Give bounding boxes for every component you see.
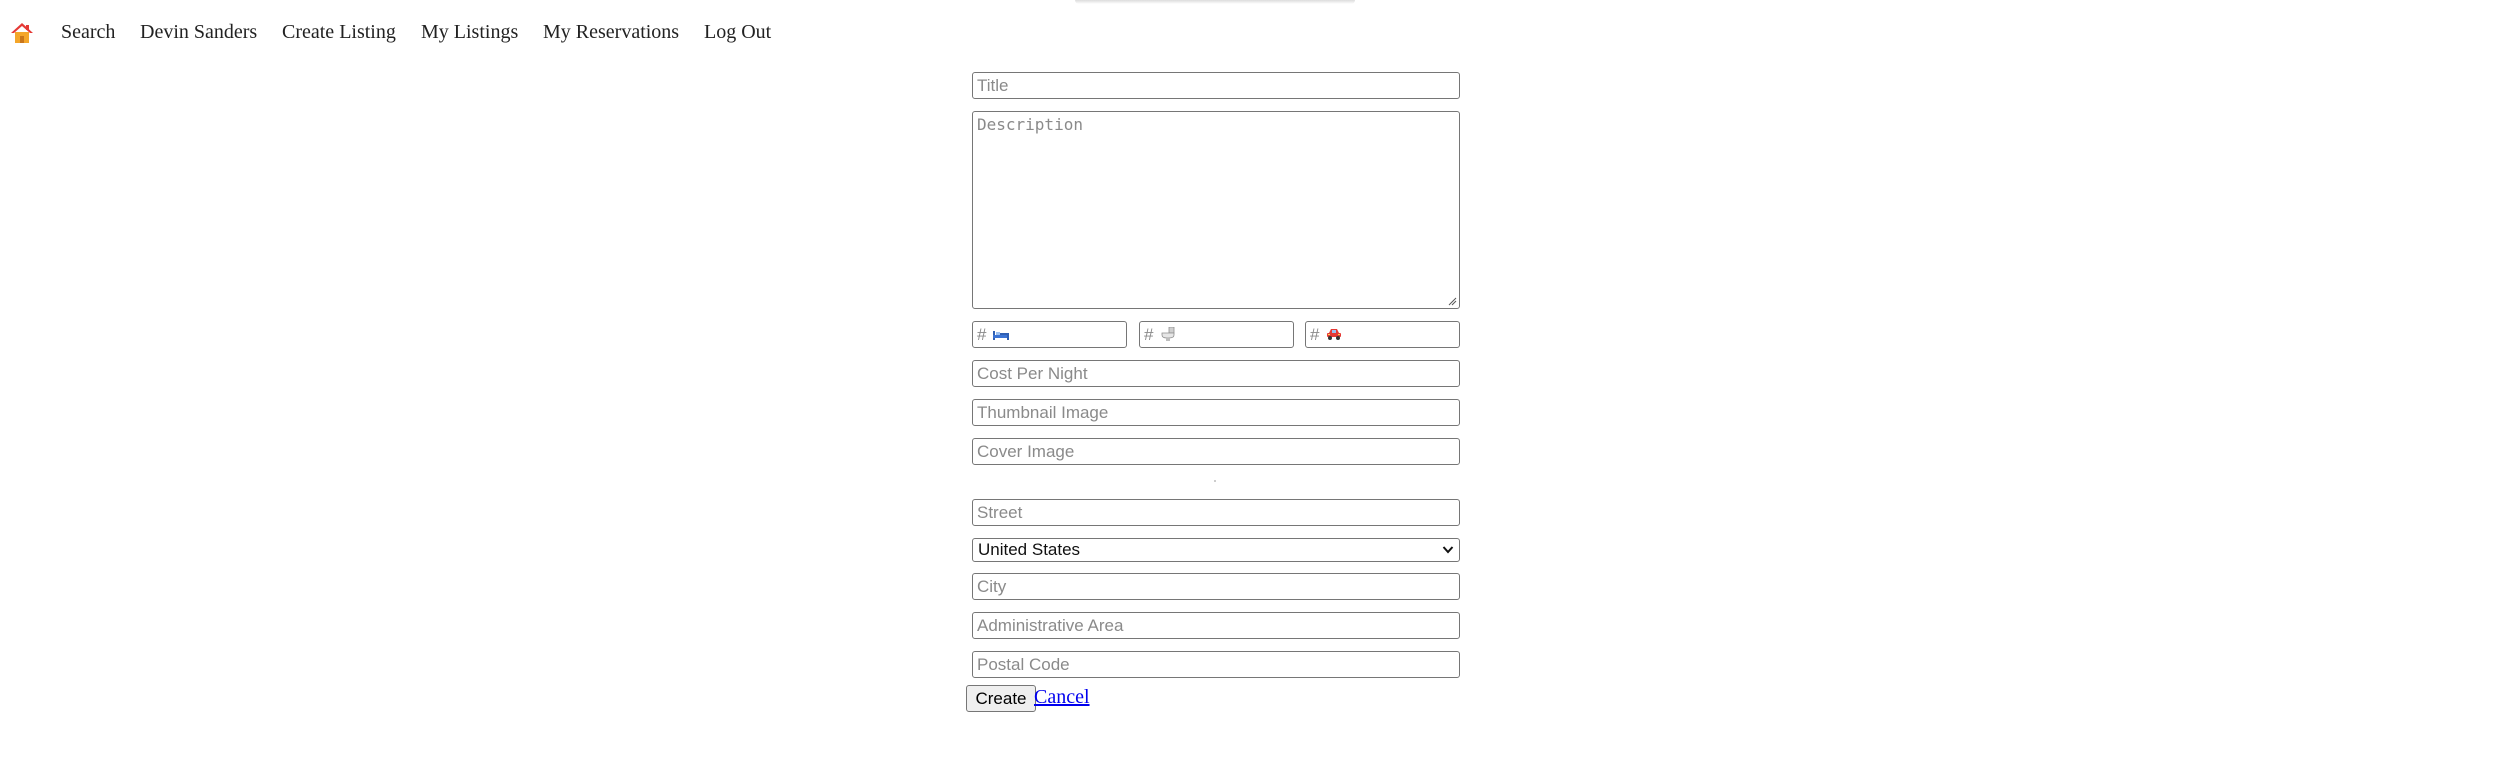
- bathrooms-prefix: #: [1144, 325, 1154, 344]
- administrative-area-input[interactable]: [972, 612, 1460, 639]
- bedrooms-prefix: #: [977, 325, 987, 344]
- country-selected-value: United States: [978, 540, 1081, 559]
- bed-icon: [993, 331, 1009, 340]
- create-listing-form: # # # United Sta: [0, 0, 2496, 760]
- description-textarea[interactable]: [972, 111, 1460, 309]
- postal-code-input[interactable]: [972, 651, 1460, 678]
- divider-dot: [1214, 480, 1216, 482]
- country-select[interactable]: United States: [972, 538, 1460, 562]
- cancel-link[interactable]: Cancel: [1034, 684, 1090, 710]
- parking-prefix: #: [1310, 325, 1320, 344]
- cost-per-night-input[interactable]: [972, 360, 1460, 387]
- parking-input[interactable]: #: [1305, 321, 1460, 348]
- create-button[interactable]: Create: [966, 685, 1036, 712]
- bathrooms-input[interactable]: #: [1139, 321, 1294, 348]
- cover-image-input[interactable]: [972, 438, 1460, 465]
- chevron-down-icon: [1442, 546, 1454, 554]
- street-input[interactable]: [972, 499, 1460, 526]
- car-icon: [1327, 329, 1341, 340]
- city-input[interactable]: [972, 573, 1460, 600]
- thumbnail-image-input[interactable]: [972, 399, 1460, 426]
- title-input[interactable]: [972, 72, 1460, 99]
- description-wrapper: [972, 111, 1460, 309]
- toilet-icon: [1161, 327, 1175, 341]
- bedrooms-input[interactable]: #: [972, 321, 1127, 348]
